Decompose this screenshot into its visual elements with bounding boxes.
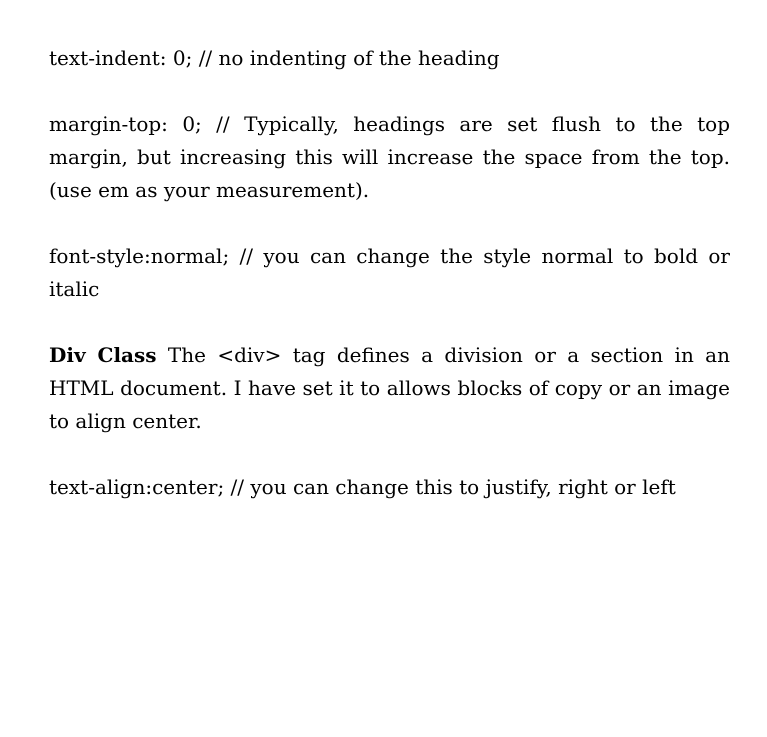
margin-top-paragraph: margin-top: 0; // Typically, headings ar… (49, 112, 730, 202)
document-page: text-indent: 0; // no indenting of the h… (49, 42, 730, 504)
div-class-paragraph: Div Class The <div> tag defines a divisi… (49, 339, 730, 438)
div-class-term: Div Class (49, 343, 157, 367)
font-style-paragraph: font-style:normal; // you can change the… (49, 244, 730, 301)
text-indent-paragraph: text-indent: 0; // no indenting of the h… (49, 46, 500, 70)
text-align-paragraph: text-align:center; // you can change thi… (49, 475, 676, 499)
